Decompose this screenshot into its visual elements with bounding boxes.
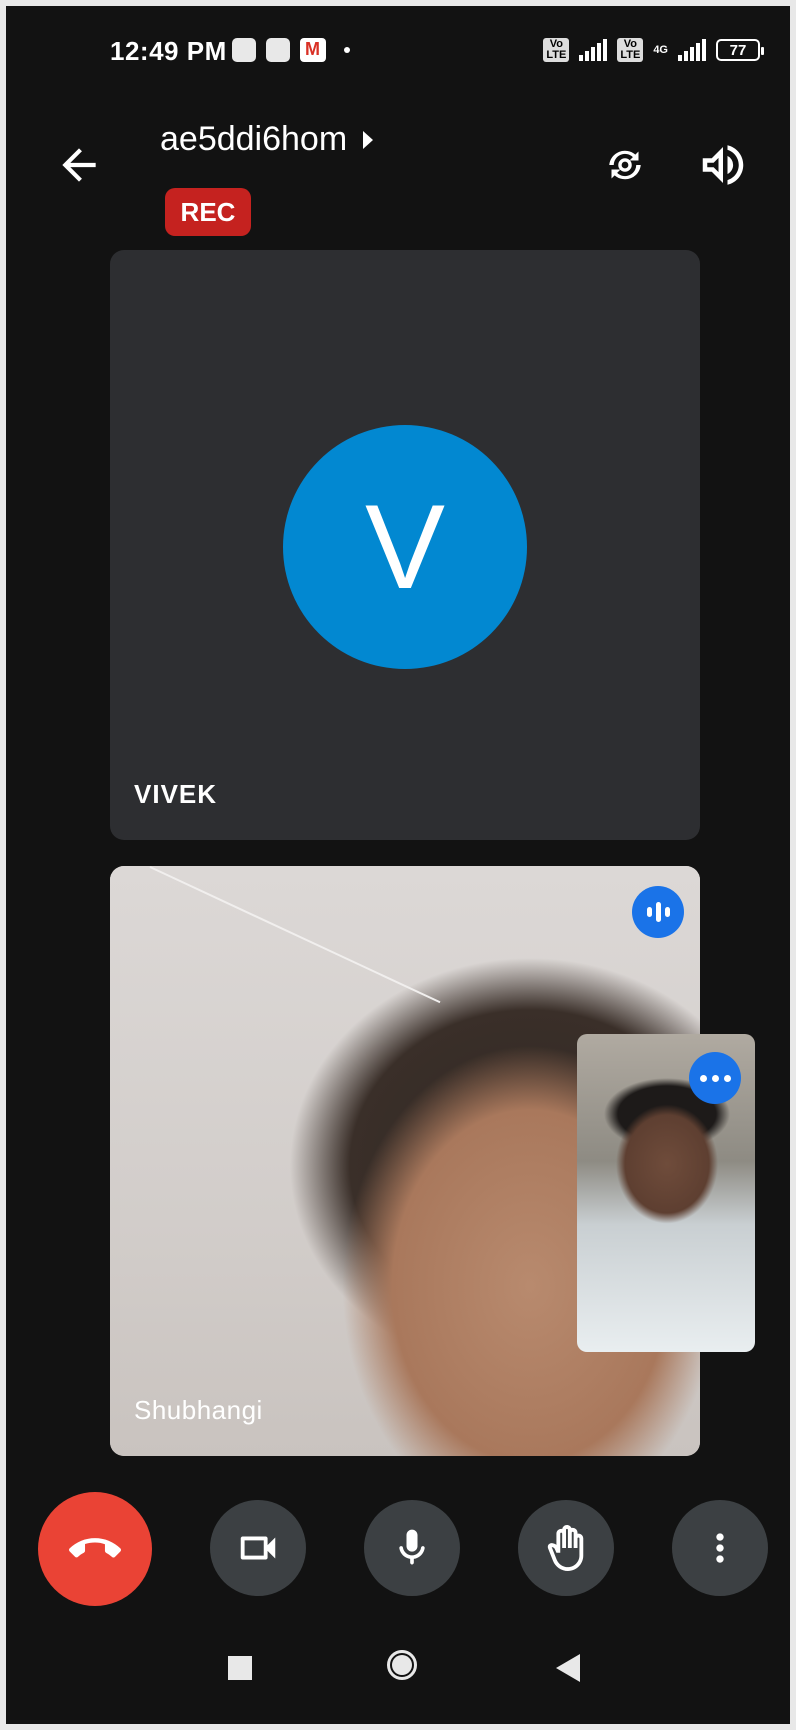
audio-level-icon (689, 1052, 741, 1104)
system-navigation-bar (0, 1610, 796, 1730)
arrow-back-icon (62, 148, 96, 182)
more-notifications-dot (344, 47, 350, 53)
chevron-right-icon (363, 130, 374, 149)
recents-button[interactable] (228, 1656, 252, 1680)
switch-camera-button[interactable] (598, 138, 652, 192)
meeting-code: ae5ddi6hom (160, 120, 348, 158)
volte-icon: Vo LTE (543, 38, 570, 62)
meeting-info-button[interactable]: ae5ddi6hom (160, 120, 374, 159)
avatar: V (283, 425, 527, 669)
volte-icon: Vo LTE (617, 38, 644, 62)
video-camera-icon (240, 1536, 276, 1560)
home-icon (392, 1655, 412, 1675)
notification-app-icon (232, 38, 256, 62)
notification-icons (232, 38, 350, 62)
battery-icon: 77 (716, 39, 764, 61)
gmail-icon (300, 38, 326, 62)
speaking-indicator-icon (632, 886, 684, 938)
switch-camera-icon (609, 150, 641, 180)
microphone-icon (399, 1529, 425, 1565)
signal-icon (579, 39, 608, 61)
call-controls (0, 1490, 796, 1610)
call-header: ae5ddi6hom REC (0, 100, 796, 250)
more-vert-icon (716, 1533, 724, 1563)
end-call-button[interactable] (38, 1492, 152, 1606)
participant-grid: V VIVEK Shubhangi (0, 250, 796, 1510)
network-type-label: 4G (653, 44, 668, 56)
camera-toggle-button[interactable] (210, 1500, 306, 1596)
recording-badge: REC (165, 188, 251, 236)
raise-hand-icon (547, 1525, 584, 1571)
status-bar: 12:49 PM VoLTE VoLTE 4G 77 (0, 0, 796, 100)
system-icons: Vo LTE Vo LTE 4G 77 (543, 38, 764, 62)
participant-name: Shubhangi (134, 1395, 263, 1425)
home-button[interactable] (387, 1650, 417, 1680)
participant-tile-vivek[interactable]: V VIVEK (110, 250, 700, 840)
audio-output-button[interactable] (696, 138, 750, 192)
raise-hand-button[interactable] (518, 1500, 614, 1596)
end-call-icon (69, 1538, 121, 1558)
more-options-button[interactable] (672, 1500, 768, 1596)
back-nav-button[interactable] (556, 1654, 580, 1682)
signal-icon (678, 39, 706, 61)
self-view-video[interactable] (577, 1034, 755, 1352)
speaker-icon (702, 145, 744, 185)
participant-name: VIVEK (134, 779, 218, 809)
back-button[interactable] (54, 140, 104, 190)
status-time: 12:49 PM (110, 36, 227, 66)
notification-app-icon (266, 38, 290, 62)
microphone-toggle-button[interactable] (364, 1500, 460, 1596)
